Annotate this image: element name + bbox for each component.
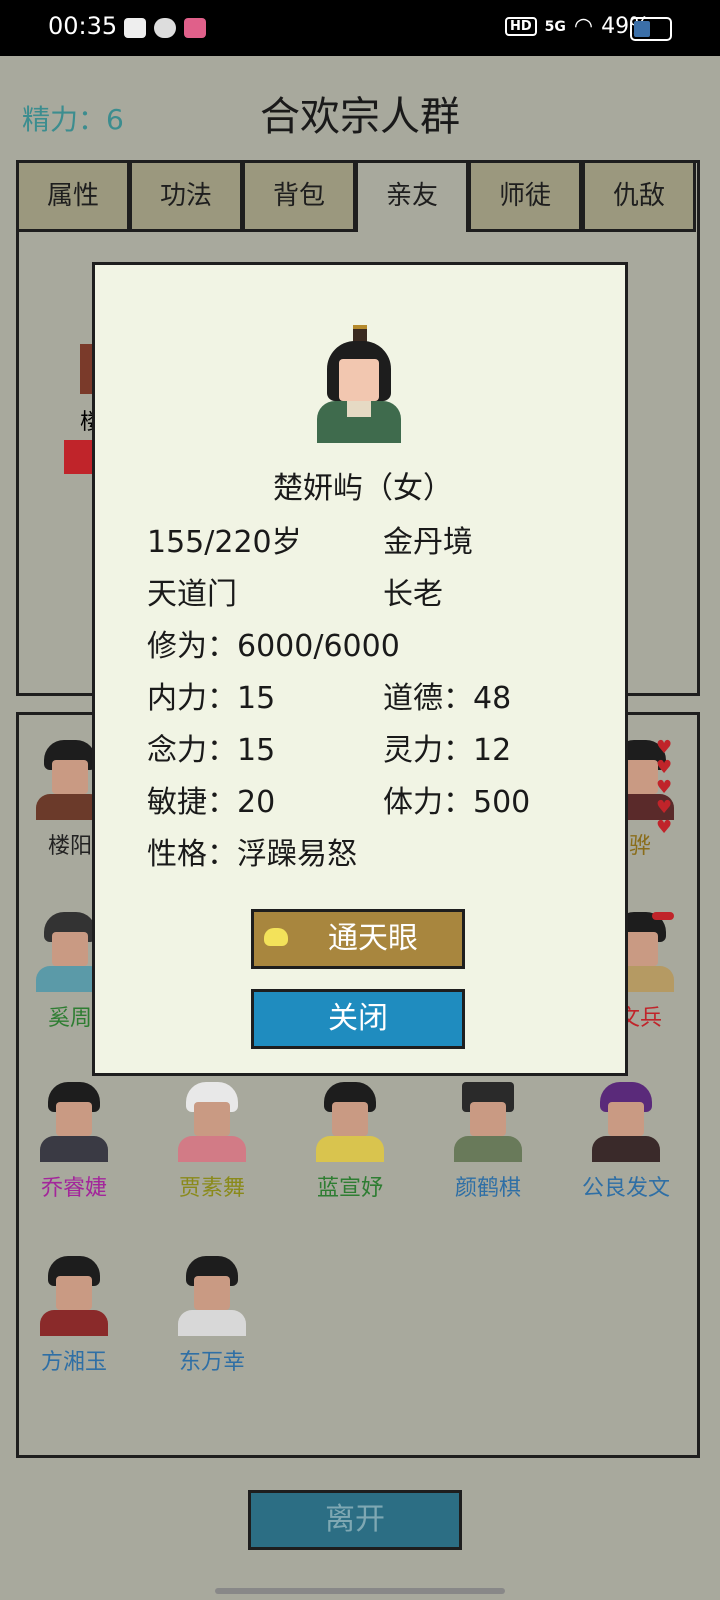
personality-value: 性格：浮躁易怒	[147, 837, 357, 872]
sky-eye-button[interactable]: 通天眼	[251, 909, 465, 969]
inner-power-value: 内力：15	[147, 681, 276, 716]
realm-value: 金丹境	[383, 525, 473, 560]
hd-badge: HD	[504, 17, 537, 36]
character-name: 贾素舞	[178, 1176, 245, 1201]
status-indicators: HD 5G ◠ 49%	[504, 14, 650, 39]
character-avatar	[172, 1256, 252, 1336]
gold-ingot-icon	[264, 928, 288, 946]
heart-icon: ♥	[656, 737, 673, 758]
rank-value: 长老	[383, 577, 443, 612]
heart-icon: ♥	[656, 817, 673, 838]
character-card[interactable]: 东万幸	[152, 1256, 272, 1376]
character-name: 公良发文	[581, 1176, 670, 1201]
character-avatar	[448, 1082, 528, 1162]
tab-skills[interactable]: 功法	[129, 160, 243, 232]
character-card[interactable]: 贾素舞	[152, 1082, 272, 1202]
character-name: 乔睿婕	[40, 1176, 107, 1201]
mind-power-value: 念力：15	[147, 733, 276, 768]
character-name: 颜鹤棋	[454, 1176, 521, 1201]
character-card[interactable]: 乔睿婕	[14, 1082, 134, 1202]
leave-button[interactable]: 离开	[248, 1490, 462, 1550]
heart-icon: ♥	[656, 757, 673, 778]
heart-icon: ♥	[656, 797, 673, 818]
age-value: 155/220岁	[147, 525, 302, 560]
sky-eye-button-label: 通天眼	[328, 921, 418, 956]
character-card[interactable]: 蓝宣妤	[290, 1082, 410, 1202]
status-bar: 00:35 HD 5G ◠ 49%	[0, 0, 720, 56]
wechat-icon	[154, 18, 176, 38]
tab-master-disciple[interactable]: 师徒	[468, 160, 582, 232]
hearts-indicator: ♥ ♥ ♥ ♥ ♥	[656, 738, 676, 838]
character-card[interactable]: 公良发文	[566, 1082, 686, 1202]
close-button[interactable]: 关闭	[251, 989, 465, 1049]
status-time: 00:35	[48, 12, 118, 40]
character-name-title: 楚妍屿（女）	[273, 471, 453, 506]
tab-friends[interactable]: 亲友	[355, 160, 469, 232]
character-avatar	[310, 1082, 390, 1162]
character-card[interactable]: 颜鹤棋	[428, 1082, 548, 1202]
character-avatar	[172, 1082, 252, 1162]
cultivation-value: 修为：6000/6000	[147, 629, 400, 664]
heart-icon: ♥	[656, 777, 673, 798]
morality-value: 道德：48	[383, 681, 512, 716]
home-indicator[interactable]	[215, 1588, 505, 1594]
character-avatar	[586, 1082, 666, 1162]
character-name: 蓝宣妤	[316, 1176, 383, 1201]
page-title: 合欢宗人群	[260, 94, 460, 140]
app-notification-icon-2	[184, 18, 206, 38]
character-name: 方湘玉	[40, 1350, 107, 1375]
tab-attributes[interactable]: 属性	[16, 160, 130, 232]
partial-red-block	[64, 440, 94, 474]
agility-value: 敏捷：20	[147, 785, 276, 820]
wifi-icon: ◠	[573, 14, 594, 39]
battery-icon	[630, 17, 672, 41]
character-card[interactable]: 方湘玉	[14, 1256, 134, 1376]
character-avatar	[34, 1082, 114, 1162]
spirit-power-value: 灵力：12	[383, 733, 512, 768]
tab-bag[interactable]: 背包	[242, 160, 356, 232]
app-notification-icon	[124, 18, 146, 38]
character-detail-dialog: 楚妍屿（女） 155/220岁 金丹境 天道门 长老 修为：6000/6000 …	[92, 262, 628, 1076]
sect-value: 天道门	[147, 577, 237, 612]
character-portrait	[317, 325, 401, 445]
tab-enemies[interactable]: 仇敌	[582, 160, 696, 232]
character-name: 东万幸	[178, 1350, 245, 1375]
status-marker	[652, 912, 674, 920]
stamina-value: 体力：500	[383, 785, 531, 820]
character-avatar	[34, 1256, 114, 1336]
signal-icon: 5G	[544, 18, 566, 35]
